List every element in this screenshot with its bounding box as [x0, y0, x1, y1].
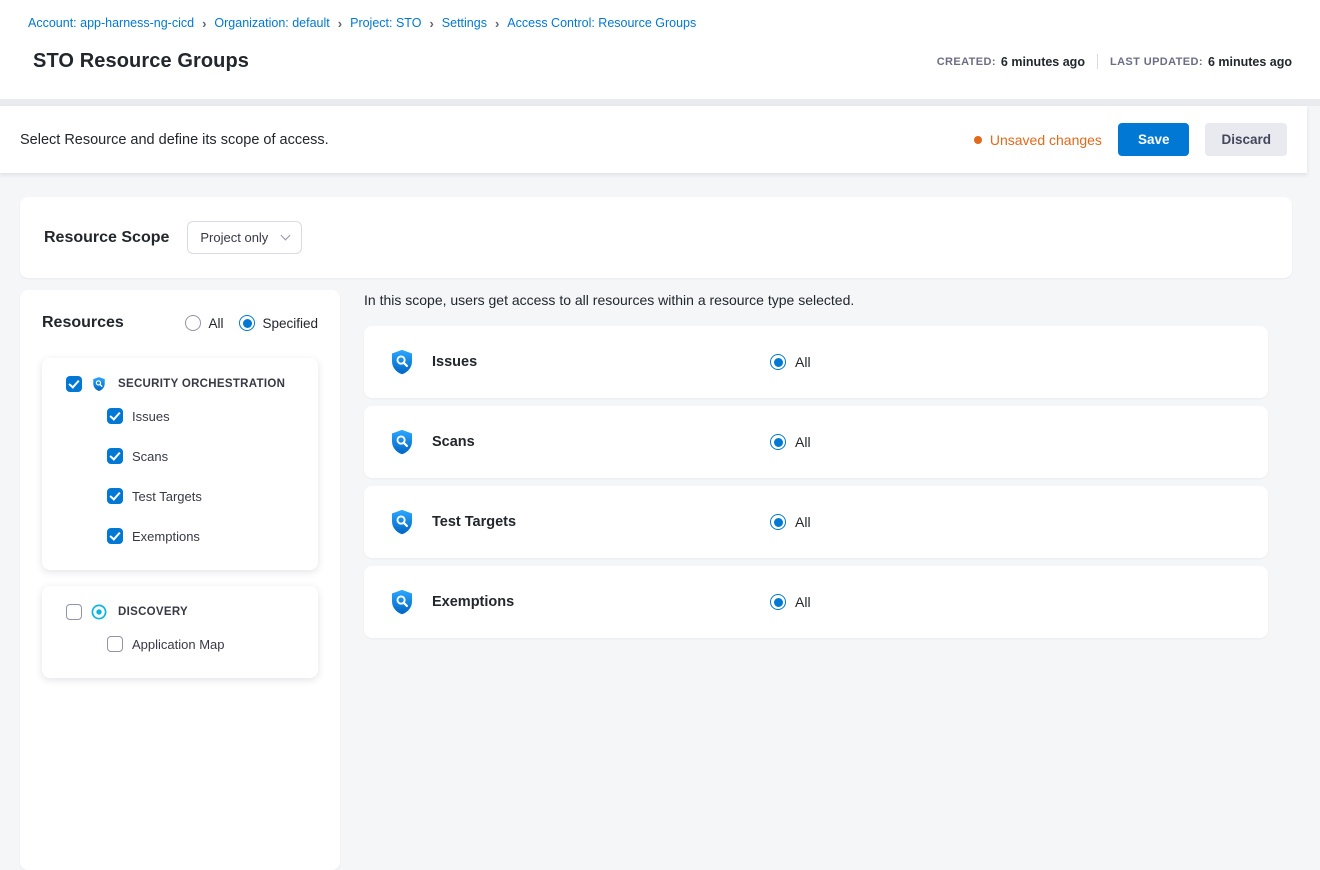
access-row-issues: Issues All [364, 326, 1268, 398]
main-content: Resource Scope Project only Resources Al… [0, 173, 1320, 870]
access-all-radio[interactable] [770, 594, 786, 610]
access-all-radio[interactable] [770, 434, 786, 450]
toolbar-actions: Unsaved changes Save Discard [974, 123, 1287, 156]
resources-panel-header: Resources All Specified [42, 314, 318, 332]
action-bar: Select Resource and define its scope of … [0, 106, 1307, 173]
last-updated-label: LAST UPDATED: [1110, 56, 1203, 68]
created-label: CREATED: [937, 56, 996, 68]
item-label: Exemptions [132, 529, 200, 544]
scope-instruction: Select Resource and define its scope of … [20, 132, 329, 148]
sto-shield-icon [91, 376, 107, 392]
resource-row-label: Issues [432, 354, 770, 370]
last-updated-value: 6 minutes ago [1208, 55, 1292, 69]
chevron-down-icon [281, 231, 291, 241]
access-row-test-targets: Test Targets All [364, 486, 1268, 558]
group-label: DISCOVERY [118, 606, 188, 618]
access-all-label: All [795, 514, 811, 530]
access-all-label: All [795, 354, 811, 370]
resources-filter: All Specified [185, 315, 318, 331]
resource-group-discovery: DISCOVERY Application Map [42, 586, 318, 678]
scope-select[interactable]: Project only [187, 221, 302, 254]
resource-group-security-orchestration: SECURITY ORCHESTRATION Issues Scans Test… [42, 358, 318, 570]
resource-item-test-targets[interactable]: Test Targets [107, 476, 302, 516]
content-columns: Resources All Specified [20, 290, 1292, 870]
filter-specified-label: Specified [262, 316, 318, 331]
item-label: Issues [132, 409, 170, 424]
scope-select-value: Project only [200, 230, 268, 245]
item-label: Application Map [132, 637, 225, 652]
resource-row-label: Test Targets [432, 514, 770, 530]
group-header-security-orchestration[interactable]: SECURITY ORCHESTRATION [66, 376, 302, 392]
checkbox-exemptions[interactable] [107, 528, 123, 544]
save-button[interactable]: Save [1118, 123, 1190, 156]
group-items: Application Map [107, 624, 302, 664]
radio-selected-icon[interactable] [239, 315, 255, 331]
unsaved-changes-text: Unsaved changes [990, 132, 1102, 148]
chevron-right-icon: › [429, 17, 433, 30]
resources-panel: Resources All Specified [20, 290, 340, 870]
chevron-right-icon: › [495, 17, 499, 30]
checkbox-discovery[interactable] [66, 604, 82, 620]
group-header-discovery[interactable]: DISCOVERY [66, 604, 302, 620]
resource-item-scans[interactable]: Scans [107, 436, 302, 476]
unsaved-changes-status: Unsaved changes [974, 132, 1102, 148]
chevron-right-icon: › [202, 17, 206, 30]
discard-button[interactable]: Discard [1205, 123, 1287, 156]
item-label: Test Targets [132, 489, 202, 504]
item-label: Scans [132, 449, 168, 464]
access-all-radio[interactable] [770, 514, 786, 530]
meta-info: CREATED: 6 minutes ago LAST UPDATED: 6 m… [937, 54, 1292, 69]
breadcrumb-project-link[interactable]: Project: STO [350, 16, 421, 30]
breadcrumb-resource-groups-link[interactable]: Access Control: Resource Groups [507, 16, 696, 30]
title-row: STO Resource Groups CREATED: 6 minutes a… [28, 50, 1292, 73]
access-all-label: All [795, 434, 811, 450]
resource-row-label: Scans [432, 434, 770, 450]
resources-filter-specified[interactable]: Specified [239, 315, 318, 331]
breadcrumb-organization-link[interactable]: Organization: default [214, 16, 329, 30]
group-label: SECURITY ORCHESTRATION [118, 378, 285, 390]
sto-shield-icon [388, 588, 416, 616]
checkbox-issues[interactable] [107, 408, 123, 424]
sto-shield-icon [388, 428, 416, 456]
radio-unselected-icon[interactable] [185, 315, 201, 331]
group-items: Issues Scans Test Targets Exemptions [107, 396, 302, 556]
filter-all-label: All [208, 316, 223, 331]
header-separator [0, 99, 1320, 106]
sto-shield-icon [388, 348, 416, 376]
created-value: 6 minutes ago [1001, 55, 1085, 69]
access-row-scans: Scans All [364, 406, 1268, 478]
resource-scope-card: Resource Scope Project only [20, 197, 1292, 278]
page-title: STO Resource Groups [33, 50, 249, 73]
access-row-exemptions: Exemptions All [364, 566, 1268, 638]
access-description: In this scope, users get access to all r… [364, 292, 1268, 308]
resources-filter-all[interactable]: All [185, 315, 223, 331]
chevron-right-icon: › [338, 17, 342, 30]
access-all-label: All [795, 594, 811, 610]
resource-row-label: Exemptions [432, 594, 770, 610]
checkbox-scans[interactable] [107, 448, 123, 464]
breadcrumb-settings-link[interactable]: Settings [442, 16, 487, 30]
resource-scope-title: Resource Scope [44, 229, 169, 247]
meta-divider [1097, 54, 1098, 69]
access-column: In this scope, users get access to all r… [364, 290, 1292, 646]
breadcrumb: Account: app-harness-ng-cicd › Organizat… [28, 16, 1292, 30]
access-all-radio[interactable] [770, 354, 786, 370]
checkbox-security-orchestration[interactable] [66, 376, 82, 392]
sto-shield-icon [388, 508, 416, 536]
breadcrumb-account-link[interactable]: Account: app-harness-ng-cicd [28, 16, 194, 30]
resource-item-issues[interactable]: Issues [107, 396, 302, 436]
resource-item-application-map[interactable]: Application Map [107, 624, 302, 664]
checkbox-application-map[interactable] [107, 636, 123, 652]
unsaved-dot-icon [974, 136, 982, 144]
resources-title: Resources [42, 314, 124, 332]
discovery-icon [91, 604, 107, 620]
checkbox-test-targets[interactable] [107, 488, 123, 504]
resource-item-exemptions[interactable]: Exemptions [107, 516, 302, 556]
page-header: Account: app-harness-ng-cicd › Organizat… [0, 0, 1320, 99]
